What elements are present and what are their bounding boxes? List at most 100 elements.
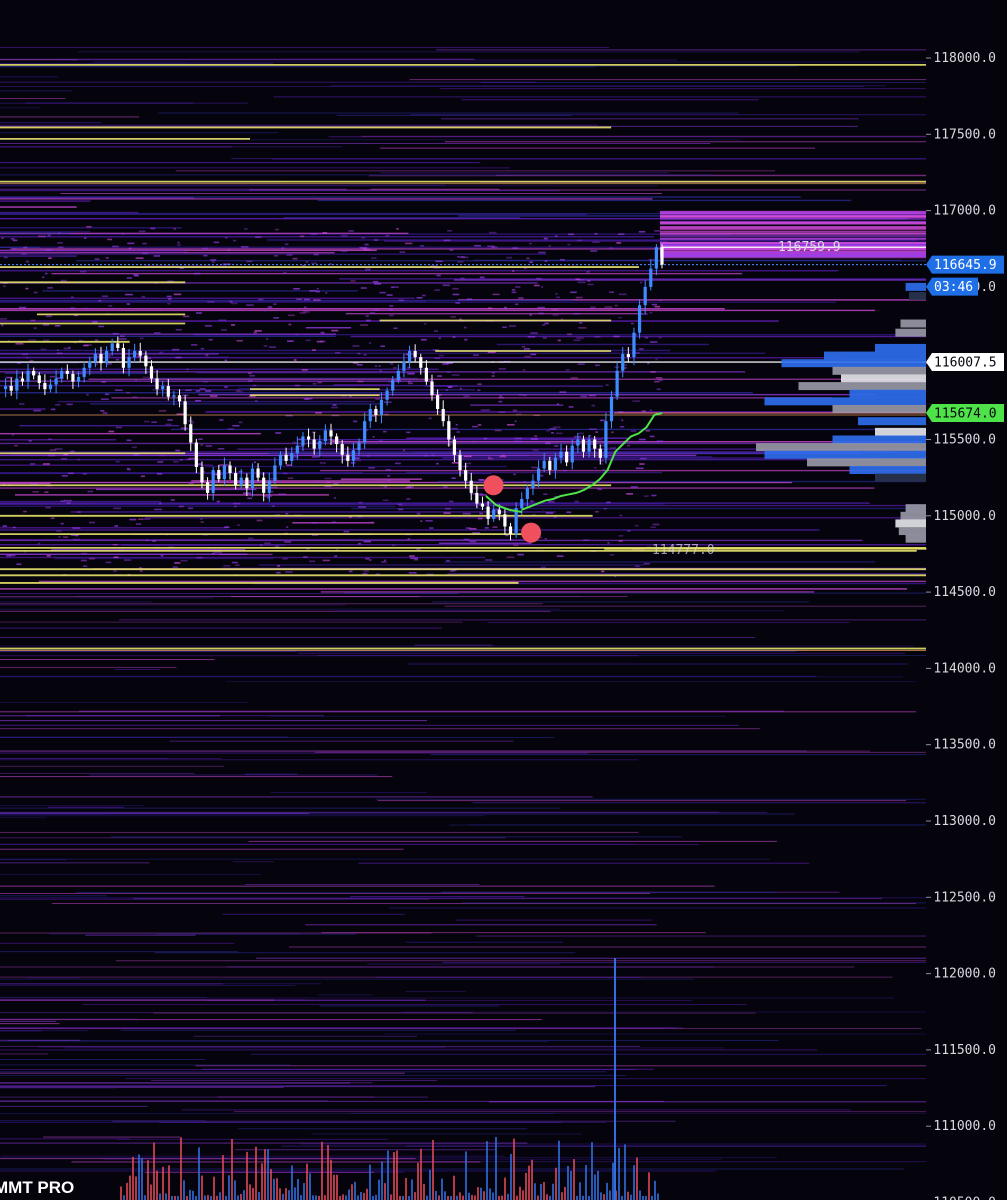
heatmap-cell — [0, 318, 7, 320]
heatmap-cell — [119, 335, 125, 337]
heatmap-cell — [436, 274, 441, 277]
heatmap-cell — [656, 440, 664, 443]
heatmap-streak — [0, 167, 510, 169]
price-axis[interactable]: 118000.0117500.0117000.0116500.0116000.0… — [926, 51, 996, 1200]
candle-body — [189, 424, 193, 443]
heatmap-streak — [0, 1064, 291, 1066]
heatmap-cell — [70, 307, 75, 310]
heatmap-band — [660, 234, 926, 237]
candle-body — [492, 509, 496, 519]
heatmap-cell — [60, 279, 67, 282]
heatmap-cell — [590, 250, 598, 252]
volume-bar — [399, 1195, 401, 1200]
candle-body — [424, 367, 428, 382]
heatmap-cell — [567, 333, 572, 336]
heatmap-streak — [0, 885, 715, 887]
heatmap-streak — [119, 619, 926, 621]
heatmap-cell — [429, 527, 434, 529]
heatmap-streak — [0, 297, 415, 299]
candle-body — [166, 386, 170, 397]
heatmap-streak — [441, 118, 859, 120]
volume-bar — [552, 1183, 554, 1200]
candle-body — [458, 454, 462, 471]
volume-bar — [579, 1182, 581, 1200]
volume-bar — [255, 1146, 257, 1200]
candle-body — [363, 421, 367, 443]
heatmap-cell — [167, 298, 172, 300]
heatmap-cell — [75, 534, 78, 537]
heatmap-cell — [387, 479, 392, 482]
heatmap-cell — [72, 527, 81, 529]
heatmap-cell — [66, 502, 71, 504]
heatmap-cell — [131, 446, 137, 449]
volume-bar — [408, 1195, 410, 1200]
heatmap-cell — [47, 287, 53, 289]
heatmap-streak — [0, 1071, 607, 1073]
heatmap-cell — [618, 535, 624, 537]
heatmap-cell — [67, 472, 74, 475]
heatmap-cell — [40, 348, 47, 351]
heatmap-streak — [0, 983, 322, 985]
heatmap-cell — [522, 394, 527, 397]
heatmap-cell — [498, 397, 504, 399]
heatmap-cell — [101, 295, 108, 298]
candle-body — [329, 430, 333, 437]
heatmap-streak — [0, 439, 116, 441]
heatmap-streak — [48, 806, 124, 808]
volume-bar — [300, 1195, 302, 1200]
heatmap-cell — [506, 256, 513, 259]
heatmap-cell — [127, 242, 135, 245]
heatmap-streak — [281, 1145, 926, 1147]
heatmap-cell — [543, 237, 548, 240]
heatmap-cell — [98, 299, 102, 302]
heatmap-cell — [353, 420, 358, 423]
heatmap-cell — [619, 514, 623, 517]
heatmap-streak — [154, 952, 576, 954]
heatmap-cell — [154, 332, 161, 334]
candle-body — [172, 395, 176, 397]
chart-canvas[interactable]: 116759.9 114777.0 118000.0 117500.0 117000.… — [0, 0, 1007, 1200]
volume-bar — [426, 1195, 428, 1200]
heatmap-cell — [143, 518, 151, 520]
heatmap-cell — [248, 380, 253, 382]
heatmap-streak — [0, 1039, 81, 1041]
heatmap-cell — [127, 468, 131, 471]
heatmap-cell — [397, 503, 403, 506]
candle-body — [464, 470, 468, 481]
heatmap-cell — [350, 280, 356, 282]
heatmap-cell — [452, 293, 460, 296]
heatmap-cell — [325, 481, 331, 484]
orderbook-heatmap-chart[interactable]: 116759.9 114777.0 118000.0 117500.0 117000.… — [0, 0, 1007, 1200]
candle-body — [441, 408, 445, 422]
volume-bar — [237, 1195, 239, 1200]
volume-bar — [294, 1187, 296, 1200]
heatmap-cell — [105, 561, 112, 564]
volume-bar — [291, 1165, 293, 1200]
heatmap-streak — [442, 962, 926, 964]
heatmap-streak — [375, 798, 926, 800]
volume-bar — [429, 1169, 431, 1200]
heatmap-cell — [188, 507, 194, 510]
heatmap-cell — [362, 572, 368, 575]
heatmap-cell — [652, 523, 660, 526]
heatmap-streak — [0, 1138, 130, 1140]
heatmap-cell — [194, 399, 201, 402]
heatmap-cell — [439, 354, 444, 357]
heatmap-cell — [309, 560, 316, 563]
heatmap-streak — [89, 774, 378, 776]
heatmap-streak — [0, 196, 194, 199]
heatmap-cell — [54, 324, 61, 327]
heatmap-streak — [0, 1030, 88, 1032]
heatmap-cell — [574, 500, 579, 503]
heatmap-cell — [579, 322, 583, 324]
heatmap-streak — [0, 597, 214, 599]
heatmap-cell — [442, 284, 450, 287]
heatmap-cell — [205, 354, 209, 357]
heatmap-cell — [81, 552, 88, 555]
volume-bar — [234, 1180, 236, 1200]
volume-bar — [321, 1141, 323, 1200]
heatmap-cell — [654, 230, 660, 232]
heatmap-cell — [178, 505, 184, 508]
heatmap-cell — [154, 508, 162, 511]
volume-bar — [588, 1195, 590, 1200]
